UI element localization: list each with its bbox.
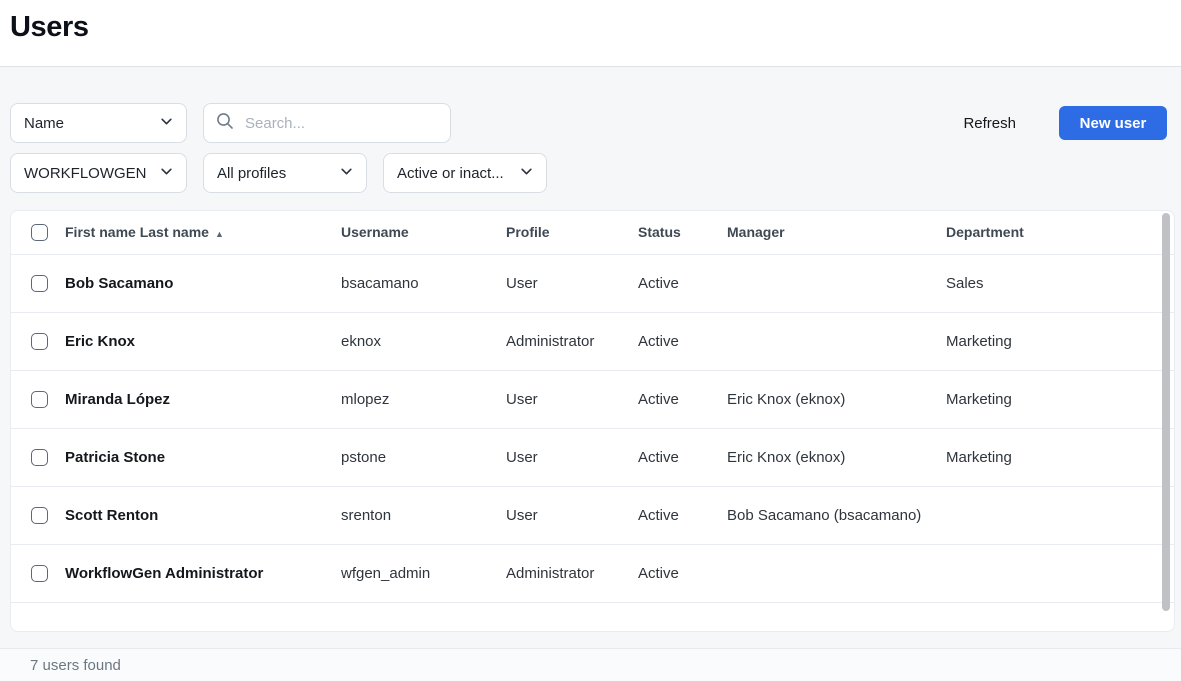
page-title: Users <box>0 0 1181 44</box>
cell-profile: User <box>506 428 638 486</box>
cell-name: Scott Renton <box>65 486 341 544</box>
users-count-label: 7 users found <box>30 657 121 674</box>
cell-username: mlopez <box>341 370 506 428</box>
cell-manager: Eric Knox (eknox) <box>727 370 946 428</box>
column-header-department[interactable]: Department <box>946 211 1174 254</box>
toolbar-primary: Name Refresh New user <box>10 103 1167 143</box>
cell-name: Eric Knox <box>65 312 341 370</box>
select-all-checkbox[interactable] <box>31 224 48 241</box>
row-checkbox[interactable] <box>31 391 48 408</box>
cell-department: Marketing <box>946 370 1174 428</box>
row-checkbox[interactable] <box>31 333 48 350</box>
table-row[interactable]: Bob Sacamano bsacamano User Active Sales <box>11 254 1174 312</box>
row-checkbox[interactable] <box>31 449 48 466</box>
toolbar-filters: WORKFLOWGEN All profiles Active or inact… <box>10 153 1167 193</box>
chevron-down-icon <box>160 165 173 182</box>
table-body: Bob Sacamano bsacamano User Active Sales… <box>11 254 1174 602</box>
cell-name: WorkflowGen Administrator <box>65 544 341 602</box>
cell-department: Sales <box>946 254 1174 312</box>
cell-department <box>946 486 1174 544</box>
column-header-name-label: First name Last name <box>65 224 209 240</box>
profile-filter-value: All profiles <box>217 165 286 182</box>
cell-name: Miranda López <box>65 370 341 428</box>
column-header-status[interactable]: Status <box>638 211 727 254</box>
cell-username: eknox <box>341 312 506 370</box>
column-header-profile[interactable]: Profile <box>506 211 638 254</box>
search-field-dropdown[interactable]: Name <box>10 103 187 143</box>
cell-username: pstone <box>341 428 506 486</box>
cell-status: Active <box>638 370 727 428</box>
cell-department: Marketing <box>946 428 1174 486</box>
cell-status: Active <box>638 254 727 312</box>
cell-manager <box>727 254 946 312</box>
profile-filter-dropdown[interactable]: All profiles <box>203 153 367 193</box>
search-field-dropdown-value: Name <box>24 115 64 132</box>
cell-profile: User <box>506 370 638 428</box>
column-header-name[interactable]: First name Last name ▲ <box>65 211 341 254</box>
sort-ascending-icon: ▲ <box>215 229 224 239</box>
cell-username: wfgen_admin <box>341 544 506 602</box>
cell-status: Active <box>638 486 727 544</box>
chevron-down-icon <box>340 165 353 182</box>
vertical-scrollbar-thumb[interactable] <box>1162 213 1170 611</box>
cell-status: Active <box>638 312 727 370</box>
cell-profile: Administrator <box>506 312 638 370</box>
search-icon <box>216 112 234 135</box>
row-checkbox[interactable] <box>31 507 48 524</box>
column-header-username[interactable]: Username <box>341 211 506 254</box>
cell-status: Active <box>638 544 727 602</box>
directory-dropdown[interactable]: WORKFLOWGEN <box>10 153 187 193</box>
cell-profile: User <box>506 486 638 544</box>
search-input[interactable] <box>243 114 438 133</box>
status-filter-dropdown[interactable]: Active or inact... <box>383 153 547 193</box>
table-row[interactable]: Patricia Stone pstone User Active Eric K… <box>11 428 1174 486</box>
new-user-button[interactable]: New user <box>1059 106 1167 140</box>
users-table-card: First name Last name ▲ Username Profile S… <box>10 210 1175 632</box>
table-header-row: First name Last name ▲ Username Profile S… <box>11 211 1174 254</box>
column-header-manager[interactable]: Manager <box>727 211 946 254</box>
cell-department: Marketing <box>946 312 1174 370</box>
row-checkbox[interactable] <box>31 275 48 292</box>
search-box <box>203 103 451 143</box>
table-row[interactable]: Eric Knox eknox Administrator Active Mar… <box>11 312 1174 370</box>
chevron-down-icon <box>520 165 533 182</box>
directory-dropdown-value: WORKFLOWGEN <box>24 165 147 182</box>
cell-manager <box>727 312 946 370</box>
row-checkbox[interactable] <box>31 565 48 582</box>
cell-profile: Administrator <box>506 544 638 602</box>
cell-name: Bob Sacamano <box>65 254 341 312</box>
cell-status: Active <box>638 428 727 486</box>
table-row[interactable]: Scott Renton srenton User Active Bob Sac… <box>11 486 1174 544</box>
table-row[interactable]: Miranda López mlopez User Active Eric Kn… <box>11 370 1174 428</box>
cell-department <box>946 544 1174 602</box>
cell-manager: Eric Knox (eknox) <box>727 428 946 486</box>
chevron-down-icon <box>160 115 173 132</box>
cell-manager <box>727 544 946 602</box>
cell-manager: Bob Sacamano (bsacamano) <box>727 486 946 544</box>
status-bar: 7 users found <box>0 648 1181 681</box>
users-table: First name Last name ▲ Username Profile S… <box>11 211 1174 603</box>
cell-name: Patricia Stone <box>65 428 341 486</box>
refresh-button[interactable]: Refresh <box>963 115 1016 132</box>
status-filter-value: Active or inact... <box>397 165 504 182</box>
table-row[interactable]: WorkflowGen Administrator wfgen_admin Ad… <box>11 544 1174 602</box>
page-header: Users <box>0 0 1181 67</box>
cell-username: bsacamano <box>341 254 506 312</box>
cell-profile: User <box>506 254 638 312</box>
cell-username: srenton <box>341 486 506 544</box>
